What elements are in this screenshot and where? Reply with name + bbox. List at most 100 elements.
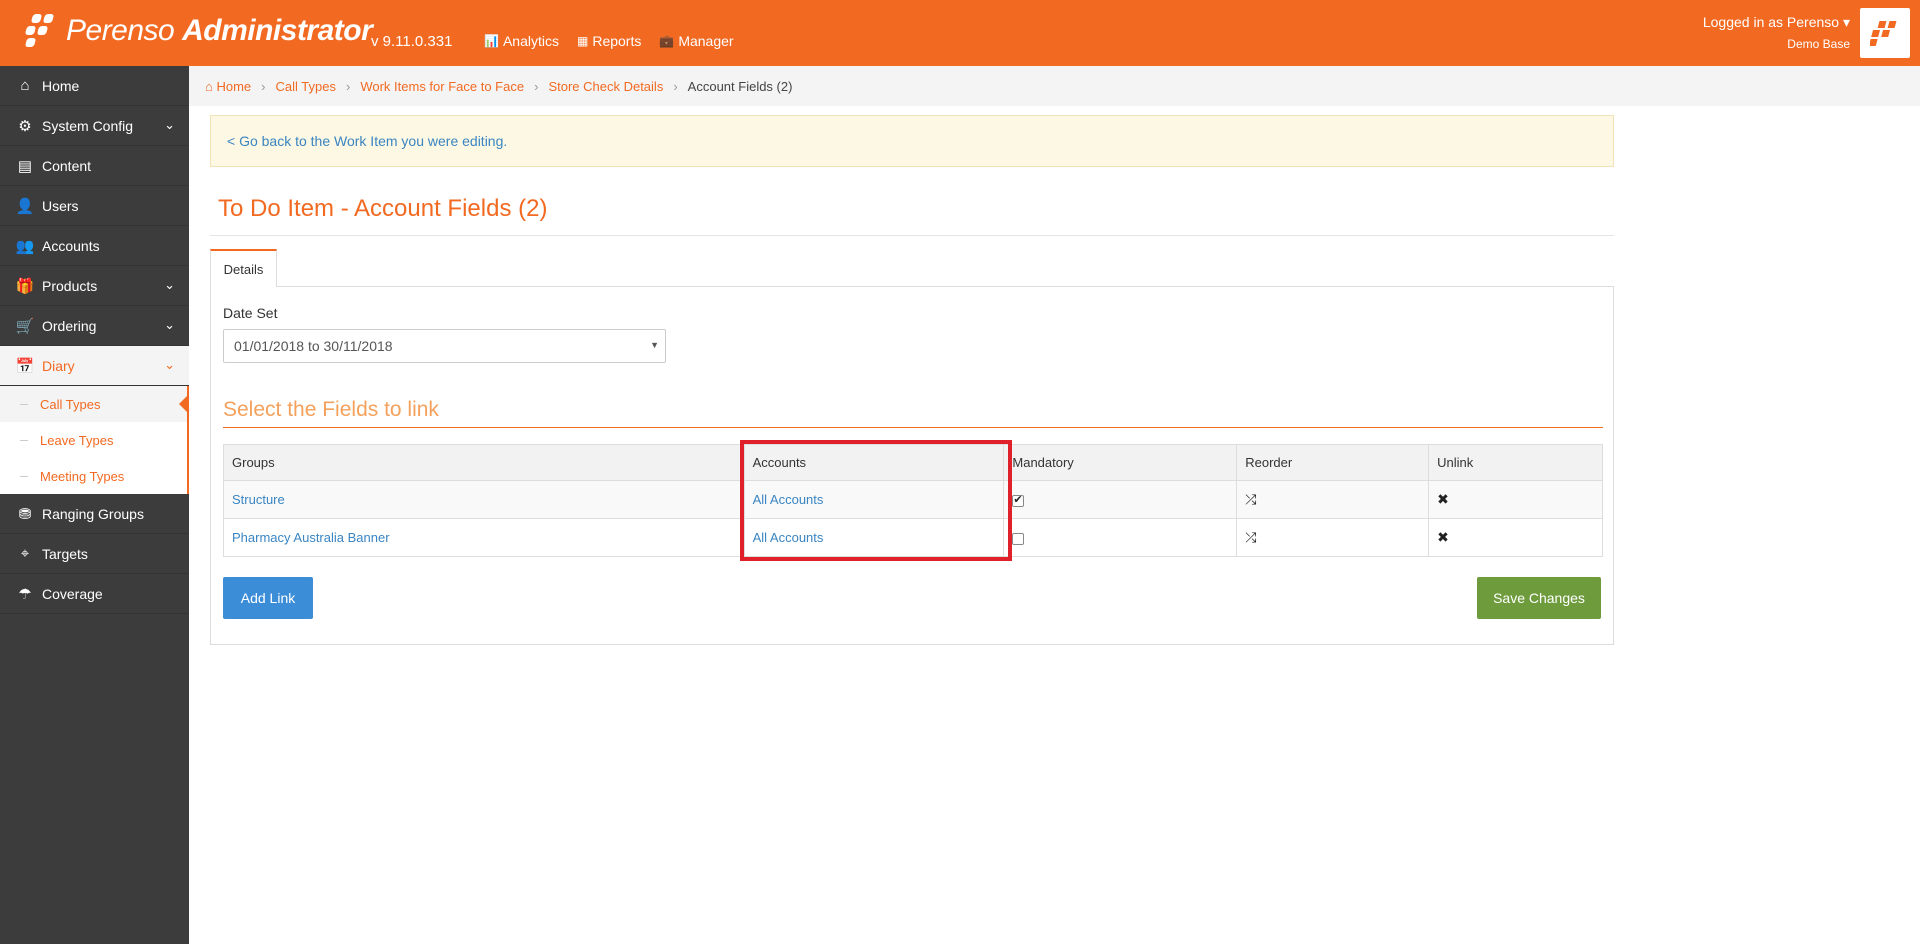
add-link-button[interactable]: Add Link [223,577,313,619]
group-cell: Pharmacy Australia Banner [223,518,745,557]
column-header-mandatory: Mandatory [1003,444,1238,481]
back-to-work-item-link[interactable]: < Go back to the Work Item you were edit… [227,133,507,149]
sidebar-subitem-leave-types[interactable]: Leave Types [0,422,189,458]
sidebar-subitem-meeting-types[interactable]: Meeting Types [0,458,189,494]
accounts-cell: All Accounts [743,518,1005,557]
nav-reports-label: Reports [592,33,642,49]
sidebar-item-label: Accounts [42,237,100,254]
caret-down-icon: ▼ [650,340,659,350]
column-header-groups: Groups [223,444,745,481]
tab-details[interactable]: Details [210,249,277,287]
details-panel: Date Set 01/01/2018 to 30/11/2018 ▼ Sele… [210,286,1614,645]
save-changes-button[interactable]: Save Changes [1477,577,1601,619]
date-set-label: Date Set [223,305,278,321]
breadcrumb-separator: › [673,78,678,94]
home-icon: ⌂ [205,78,213,94]
reorder-cell: ⤮ [1236,518,1430,557]
nav-reports[interactable]: ▦ Reports [577,33,641,49]
brand[interactable]: Perenso Administrator [24,12,373,50]
sidebar-item-label: Products [42,277,98,294]
sidebar-subitem-call-types[interactable]: Call Types [0,386,189,422]
shuffle-icon[interactable]: ⤮ [1245,529,1256,545]
sidebar-item-ordering[interactable]: 🛒 Ordering ⌄ [0,306,189,346]
accounts-link[interactable]: All Accounts [753,492,824,507]
close-icon[interactable]: ✖ [1437,529,1449,545]
caret-down-icon: ▾ [1842,14,1850,30]
unlink-cell: ✖ [1428,480,1603,519]
back-alert: < Go back to the Work Item you were edit… [210,115,1614,167]
mandatory-checkbox[interactable] [1012,493,1025,507]
sidebar-item-label: System Config [42,117,134,134]
sidebar-item-users[interactable]: 👤 Users [0,186,189,226]
group-link[interactable]: Pharmacy Australia Banner [232,530,390,545]
sidebar-item-label: Content [42,157,92,174]
sidebar-item-targets[interactable]: ⌖ Targets [0,534,189,574]
group-cell: Structure [223,480,745,519]
table-header-row: Groups Accounts Mandatory Reorder Unlink [223,444,1603,481]
sidebar: ⌂ Home ⚙ System Config ⌄ ▤ Content 👤 Users 👥 A… [0,66,189,944]
avatar[interactable] [1860,8,1910,58]
cubes-icon: ⛃ [18,505,32,523]
sidebar-item-ranging-groups[interactable]: ⛃ Ranging Groups [0,494,189,534]
table-icon: ▦ [576,34,589,48]
group-link[interactable]: Structure [232,492,285,507]
nav-analytics-label: Analytics [502,33,559,49]
column-header-accounts: Accounts [743,444,1005,481]
breadcrumb-call-types[interactable]: Call Types [276,79,336,94]
breadcrumb-home[interactable]: ⌂ Home [205,79,251,94]
home-icon: ⌂ [20,77,30,94]
sidebar-item-system-config[interactable]: ⚙ System Config ⌄ [0,106,189,146]
gift-icon: 🎁 [15,277,35,295]
breadcrumb-work-items[interactable]: Work Items for Face to Face [360,79,524,94]
table-row: Structure All Accounts ⤮ ✖ [223,480,1603,519]
nav-manager-label: Manager [678,33,734,49]
calendar-icon: 📅 [15,357,35,375]
breadcrumb-store-check[interactable]: Store Check Details [548,79,663,94]
section-divider [223,427,1603,428]
cart-icon: 🛒 [15,317,35,335]
sidebar-item-products[interactable]: 🎁 Products ⌄ [0,266,189,306]
sidebar-item-diary[interactable]: 📅 Diary ⌄ [0,346,189,386]
chevron-down-icon: ⌄ [164,357,175,372]
sidebar-item-content[interactable]: ▤ Content [0,146,189,186]
sidebar-item-label: Diary [42,357,75,374]
top-bar: Perenso Administrator v 9.11.0.331 📊 Anal… [0,0,1920,66]
unlink-cell: ✖ [1428,518,1603,557]
sidebar-item-home[interactable]: ⌂ Home [0,66,189,106]
nav-manager[interactable]: 💼 Manager [659,33,733,49]
title-divider [210,235,1614,236]
chevron-down-icon: ⌄ [164,317,175,332]
page-title: To Do Item - Account Fields (2) [218,195,548,222]
breadcrumb-separator: › [534,78,539,94]
linked-fields-table: Groups Accounts Mandatory Reorder Unlink… [223,444,1603,557]
accounts-link[interactable]: All Accounts [753,530,824,545]
database-name: Demo Base [1787,37,1850,51]
gear-icon: ⚙ [18,117,32,135]
mandatory-cell [1003,480,1238,519]
sidebar-item-coverage[interactable]: ☂ Coverage [0,574,189,614]
breadcrumb-current: Account Fields (2) [687,78,793,94]
login-text: Logged in as Perenso [1702,14,1840,30]
sidebar-item-label: Home [42,77,80,94]
user-menu[interactable]: Logged in as Perenso ▾ Demo Base [1703,14,1850,51]
close-icon[interactable]: ✖ [1437,491,1449,507]
accounts-cell: All Accounts [743,480,1005,519]
sidebar-item-label: Ranging Groups [42,505,144,522]
nav-analytics[interactable]: 📊 Analytics [484,33,559,49]
table-row: Pharmacy Australia Banner All Accounts ⤮… [223,518,1603,557]
date-set-select[interactable]: 01/01/2018 to 30/11/2018 ▼ [223,329,666,363]
sidebar-item-accounts[interactable]: 👥 Accounts [0,226,189,266]
perenso-avatar-icon [1870,21,1897,46]
file-icon: ▤ [17,157,33,175]
column-header-unlink: Unlink [1428,444,1603,481]
brand-name: Perenso Administrator [66,14,373,47]
users-icon: 👥 [15,237,35,255]
top-nav: 📊 Analytics ▦ Reports 💼 Manager [484,33,734,49]
sidebar-item-label: Targets [42,545,88,562]
breadcrumb-separator: › [261,78,266,94]
breadcrumb-separator: › [345,78,351,94]
user-icon: 👤 [15,197,35,215]
chart-icon: 📊 [484,34,499,48]
shuffle-icon[interactable]: ⤮ [1245,491,1256,507]
mandatory-checkbox[interactable] [1012,532,1025,545]
